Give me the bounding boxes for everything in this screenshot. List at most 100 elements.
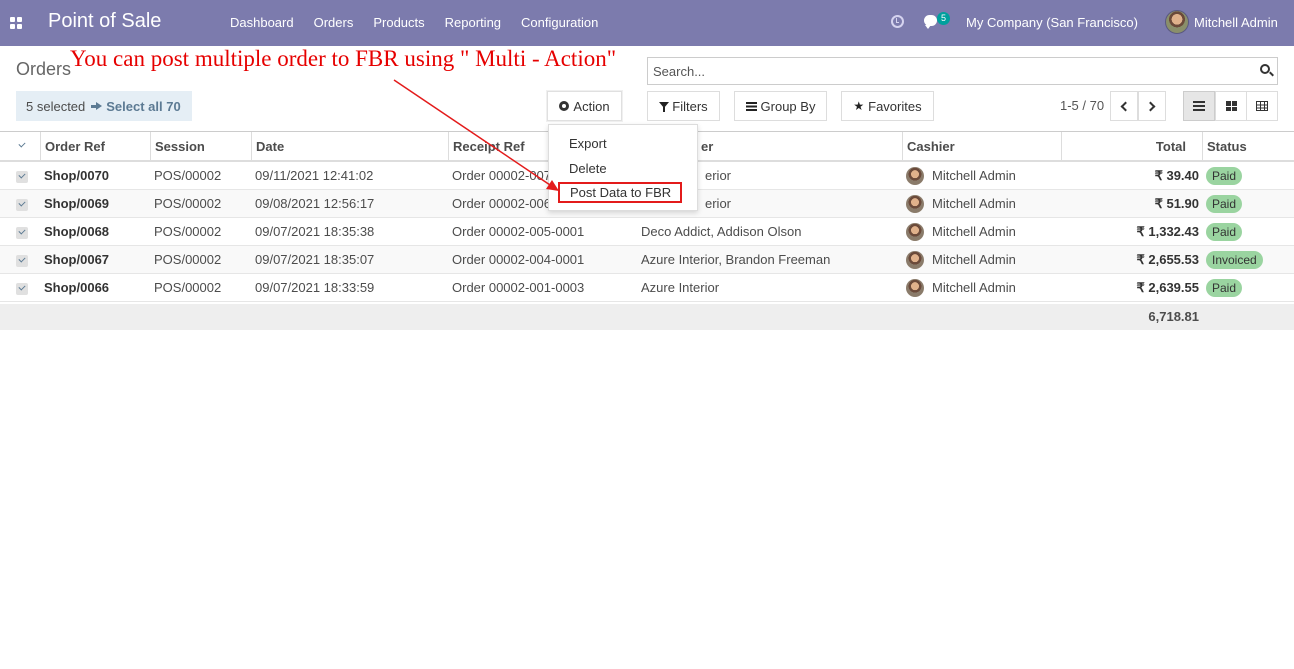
chat-icon[interactable] <box>924 15 937 29</box>
column-total[interactable]: Total <box>1061 132 1202 161</box>
cell-order-ref: Shop/0067 <box>44 252 110 267</box>
cell-order-ref: Shop/0070 <box>44 168 110 183</box>
cell-cashier: Mitchell Admin <box>932 168 1016 183</box>
app-title[interactable]: Point of Sale <box>48 10 161 33</box>
user-avatar[interactable] <box>1165 10 1189 34</box>
column-cashier[interactable]: Cashier <box>902 132 1061 161</box>
sum-total: 6,718.81 <box>1148 309 1199 324</box>
cell-date: 09/11/2021 12:41:02 <box>255 168 374 183</box>
table-view-icon <box>1256 101 1268 111</box>
table-row[interactable]: Shop/0068 POS/00002 09/07/2021 18:35:38 … <box>0 218 1294 246</box>
cell-cashier: Mitchell Admin <box>932 280 1016 295</box>
cell-order-ref: Shop/0068 <box>44 224 110 239</box>
status-badge: Invoiced <box>1206 251 1263 269</box>
cell-session: POS/00002 <box>154 224 222 239</box>
main-menu: Dashboard Orders Products Reporting Conf… <box>220 0 608 46</box>
favorites-button[interactable]: ★ Favorites <box>841 91 934 121</box>
cell-order-ref: Shop/0069 <box>44 196 110 211</box>
menu-orders[interactable]: Orders <box>304 0 364 46</box>
column-status[interactable]: Status <box>1202 132 1294 161</box>
menu-reporting[interactable]: Reporting <box>435 0 511 46</box>
kanban-view-icon <box>1225 101 1237 111</box>
filters-button[interactable]: Filters <box>647 91 720 121</box>
cell-total: ₹ 39.40 <box>1154 168 1199 183</box>
cell-cashier: Mitchell Admin <box>932 252 1016 267</box>
column-order-ref[interactable]: Order Ref <box>40 132 150 161</box>
select-all-checkbox[interactable] <box>16 140 28 152</box>
pager-previous-button[interactable] <box>1110 91 1138 121</box>
cell-customer: Deco Addict, Addison Olson <box>641 224 802 239</box>
cell-session: POS/00002 <box>154 280 222 295</box>
row-checkbox[interactable] <box>16 255 28 267</box>
cell-date: 09/07/2021 18:35:38 <box>255 224 375 239</box>
cell-session: POS/00002 <box>154 168 222 183</box>
chevron-left-icon <box>1120 101 1131 111</box>
cell-cashier: Mitchell Admin <box>932 224 1016 239</box>
action-button[interactable]: Action <box>547 91 622 121</box>
kanban-view-button[interactable] <box>1215 91 1247 121</box>
cashier-avatar <box>906 251 924 269</box>
apps-menu-icon[interactable] <box>10 17 22 29</box>
cell-customer: erior <box>705 168 732 183</box>
star-icon: ★ <box>853 99 865 113</box>
cell-date: 09/07/2021 18:35:07 <box>255 252 375 267</box>
table-row[interactable]: Shop/0067 POS/00002 09/07/2021 18:35:07 … <box>0 246 1294 274</box>
gear-icon <box>559 101 570 111</box>
cell-date: 09/07/2021 18:33:59 <box>255 280 375 295</box>
group-by-button[interactable]: Group By <box>734 91 827 121</box>
select-all-link[interactable]: Select all 70 <box>91 99 181 114</box>
user-menu[interactable]: Mitchell Admin <box>1194 15 1278 30</box>
cell-total: ₹ 2,655.53 <box>1136 252 1200 267</box>
row-checkbox[interactable] <box>16 227 28 239</box>
cell-customer: Azure Interior <box>641 280 720 295</box>
selection-info: 5 selected Select all 70 <box>16 91 192 121</box>
menu-item-post-data-to-fbr[interactable]: Post Data to FBR <box>558 182 682 203</box>
row-checkbox[interactable] <box>16 283 28 295</box>
company-switcher[interactable]: My Company (San Francisco) <box>966 15 1138 30</box>
cell-receipt-ref: Order 00002-006 <box>452 196 552 211</box>
cell-session: POS/00002 <box>154 196 222 211</box>
list-view-button[interactable] <box>1183 91 1215 121</box>
menu-item-export[interactable]: Export <box>569 136 607 151</box>
table-footer: 6,718.81 <box>0 304 1294 330</box>
status-badge: Paid <box>1206 279 1243 297</box>
filters-label: Filters <box>672 98 708 114</box>
status-badge: Paid <box>1206 167 1243 185</box>
activity-clock-icon[interactable] <box>891 15 904 28</box>
menu-dashboard[interactable]: Dashboard <box>220 0 304 46</box>
menu-item-delete[interactable]: Delete <box>569 161 607 176</box>
action-dropdown-menu: Export Delete Post Data to FBR <box>548 124 698 211</box>
chat-count-badge: 5 <box>937 12 951 25</box>
pager-next-button[interactable] <box>1138 91 1166 121</box>
table-row[interactable]: Shop/0066 POS/00002 09/07/2021 18:33:59 … <box>0 274 1294 302</box>
top-navbar: Point of Sale Dashboard Orders Products … <box>0 0 1294 46</box>
row-checkbox[interactable] <box>16 171 28 183</box>
cashier-avatar <box>906 167 924 185</box>
column-session[interactable]: Session <box>150 132 251 161</box>
cell-date: 09/08/2021 12:56:17 <box>255 196 375 211</box>
column-date[interactable]: Date <box>251 132 448 161</box>
annotation-text: You can post multiple order to FBR using… <box>70 46 617 71</box>
row-checkbox[interactable] <box>16 199 28 211</box>
menu-configuration[interactable]: Configuration <box>511 0 608 46</box>
status-badge: Paid <box>1206 195 1243 213</box>
cell-receipt-ref: Order 00002-007 <box>452 168 552 183</box>
search-input[interactable] <box>648 58 1238 84</box>
pivot-view-button[interactable] <box>1246 91 1278 121</box>
selected-count: 5 selected <box>26 98 86 114</box>
filter-icon <box>659 102 670 112</box>
bars-icon <box>745 101 757 111</box>
list-view-icon <box>1193 101 1205 111</box>
cell-receipt-ref: Order 00002-005-0001 <box>452 224 585 239</box>
cell-total: ₹ 51.90 <box>1154 196 1199 211</box>
cashier-avatar <box>906 195 924 213</box>
cell-customer: erior <box>705 196 732 211</box>
arrow-right-icon <box>91 101 103 112</box>
pager-value[interactable]: 1-5 / 70 <box>1060 98 1104 113</box>
favorites-label: Favorites <box>868 98 922 114</box>
breadcrumb: Orders <box>16 59 72 79</box>
cashier-avatar <box>906 223 924 241</box>
menu-products[interactable]: Products <box>363 0 434 46</box>
cell-cashier: Mitchell Admin <box>932 196 1016 211</box>
search-icon[interactable] <box>1260 64 1270 74</box>
